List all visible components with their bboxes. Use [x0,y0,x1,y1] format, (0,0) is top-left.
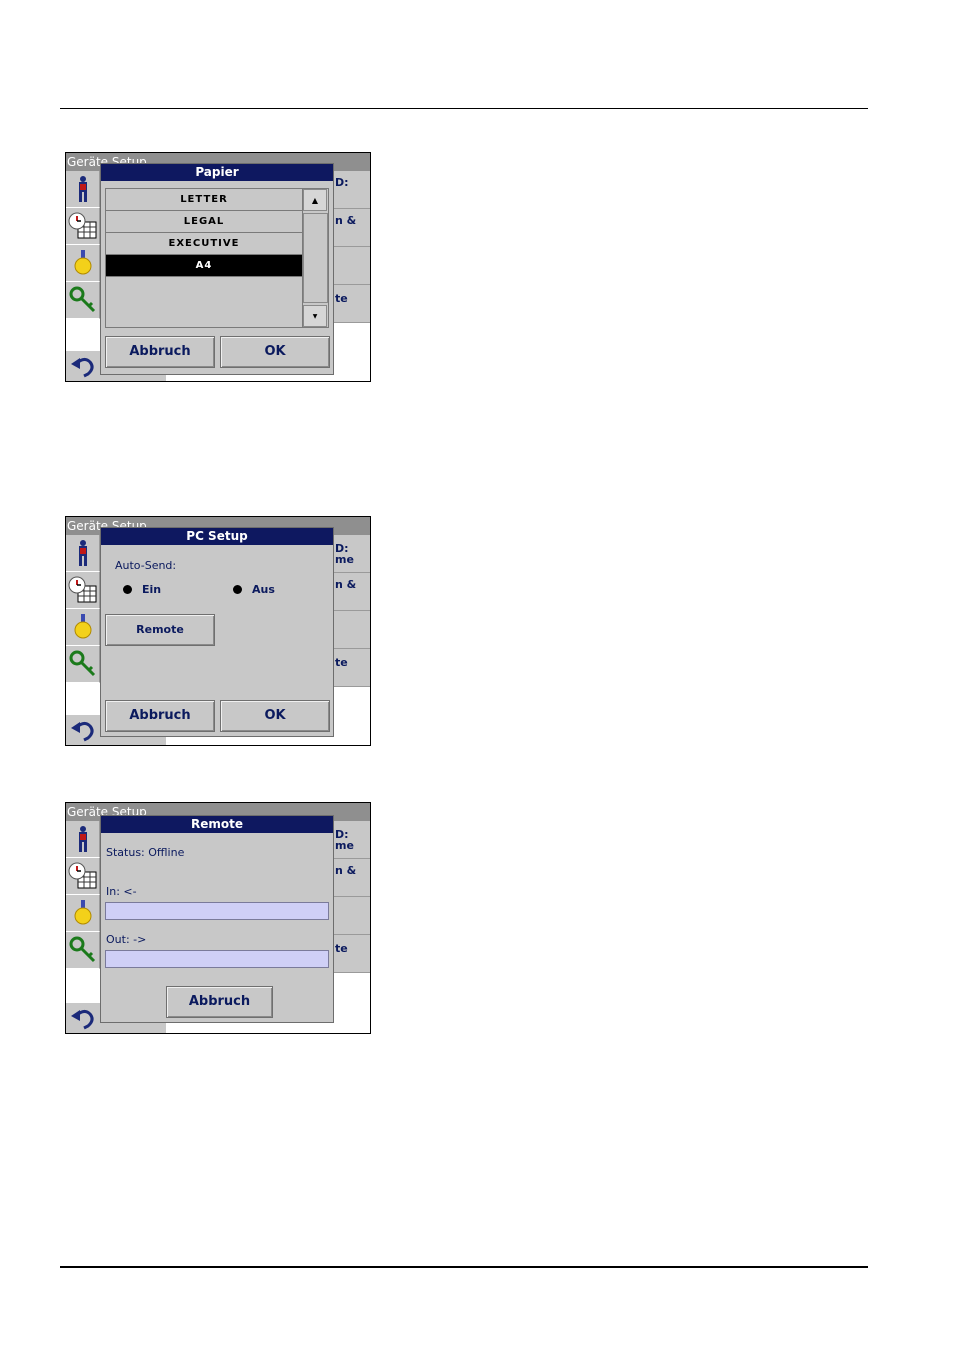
background-side-item: n & [332,573,370,611]
scroll-up-button[interactable]: ▲ [303,189,327,211]
key-icon[interactable] [66,282,100,319]
radio-dot-icon [123,585,132,594]
operator-icon[interactable] [66,535,100,572]
out-label: Out: -> [106,933,147,946]
cancel-button[interactable]: Abbruch [166,986,273,1018]
list-item-selected[interactable]: A4 [106,255,302,277]
clock-calendar-icon[interactable] [66,208,100,245]
background-side-item: n & [332,859,370,897]
background-side-text: me [335,839,354,852]
background-side-text: me [335,553,354,566]
screen-papier: Geräte Setup D: n & te Papier LETTER LEG… [65,152,371,382]
background-side-item: te [332,649,370,687]
background-side-item: te [332,935,370,973]
background-side-item [332,247,370,285]
background-side-item [332,897,370,935]
status-text: Status: Offline [106,846,185,859]
triangle-down-icon: ▼ [312,312,318,320]
dialog-title: Remote [101,816,333,833]
list-item[interactable]: EXECUTIVE [106,233,302,255]
background-side-item [332,611,370,649]
dialog-title: Papier [101,164,333,181]
lamp-icon[interactable] [66,245,100,282]
back-arrow-icon[interactable] [70,354,96,378]
paper-list[interactable]: LETTER LEGAL EXECUTIVE A4 ▲ ▼ [105,188,329,328]
list-item[interactable]: LETTER [106,189,302,211]
operator-icon[interactable] [66,171,100,208]
footer-rule [60,1266,868,1268]
cancel-button[interactable]: Abbruch [105,700,215,732]
auto-send-label: Auto-Send: [115,559,177,572]
cancel-button[interactable]: Abbruch [105,336,215,368]
remote-dialog: Remote Status: Offline In: <- Out: -> Ab… [100,815,334,1023]
remote-button[interactable]: Remote [105,614,215,646]
pc-setup-dialog: PC Setup Auto-Send: Ein Aus Remote Abbru… [100,527,334,737]
background-side-item: D: [332,171,370,209]
back-arrow-icon[interactable] [70,1006,96,1030]
key-icon[interactable] [66,932,100,969]
key-icon[interactable] [66,646,100,683]
background-sidebar [66,821,100,969]
lamp-icon[interactable] [66,609,100,646]
clock-calendar-icon[interactable] [66,572,100,609]
scroll-track[interactable] [303,213,328,303]
screen-remote: Geräte Setup D: me n & te Remote Status: … [65,802,371,1034]
scroll-down-button[interactable]: ▼ [303,305,327,327]
dialog-title: PC Setup [101,528,333,545]
radio-aus-label: Aus [252,583,275,596]
radio-aus[interactable]: Aus [233,583,275,596]
ok-button[interactable]: OK [220,700,330,732]
in-label: In: <- [106,885,137,898]
background-side-item: D: me [332,535,370,573]
radio-dot-icon [233,585,242,594]
header-rule [60,108,868,109]
lamp-icon[interactable] [66,895,100,932]
clock-calendar-icon[interactable] [66,858,100,895]
background-sidebar [66,171,100,319]
in-field [105,902,329,920]
radio-ein-label: Ein [142,583,162,596]
out-field [105,950,329,968]
background-sidebar [66,535,100,683]
papier-dialog: Papier LETTER LEGAL EXECUTIVE A4 ▲ ▼ Abb… [100,163,334,375]
operator-icon[interactable] [66,821,100,858]
back-arrow-icon[interactable] [70,718,96,742]
background-side-item: n & [332,209,370,247]
radio-ein[interactable]: Ein [123,583,161,596]
background-side-item: D: me [332,821,370,859]
background-side-item: te [332,285,370,323]
list-item[interactable]: LEGAL [106,211,302,233]
triangle-up-icon: ▲ [311,195,319,205]
ok-button[interactable]: OK [220,336,330,368]
screen-pc-setup: Geräte Setup D: me n & te PC Setup Auto-S… [65,516,371,746]
scrollbar[interactable]: ▲ ▼ [302,189,328,327]
